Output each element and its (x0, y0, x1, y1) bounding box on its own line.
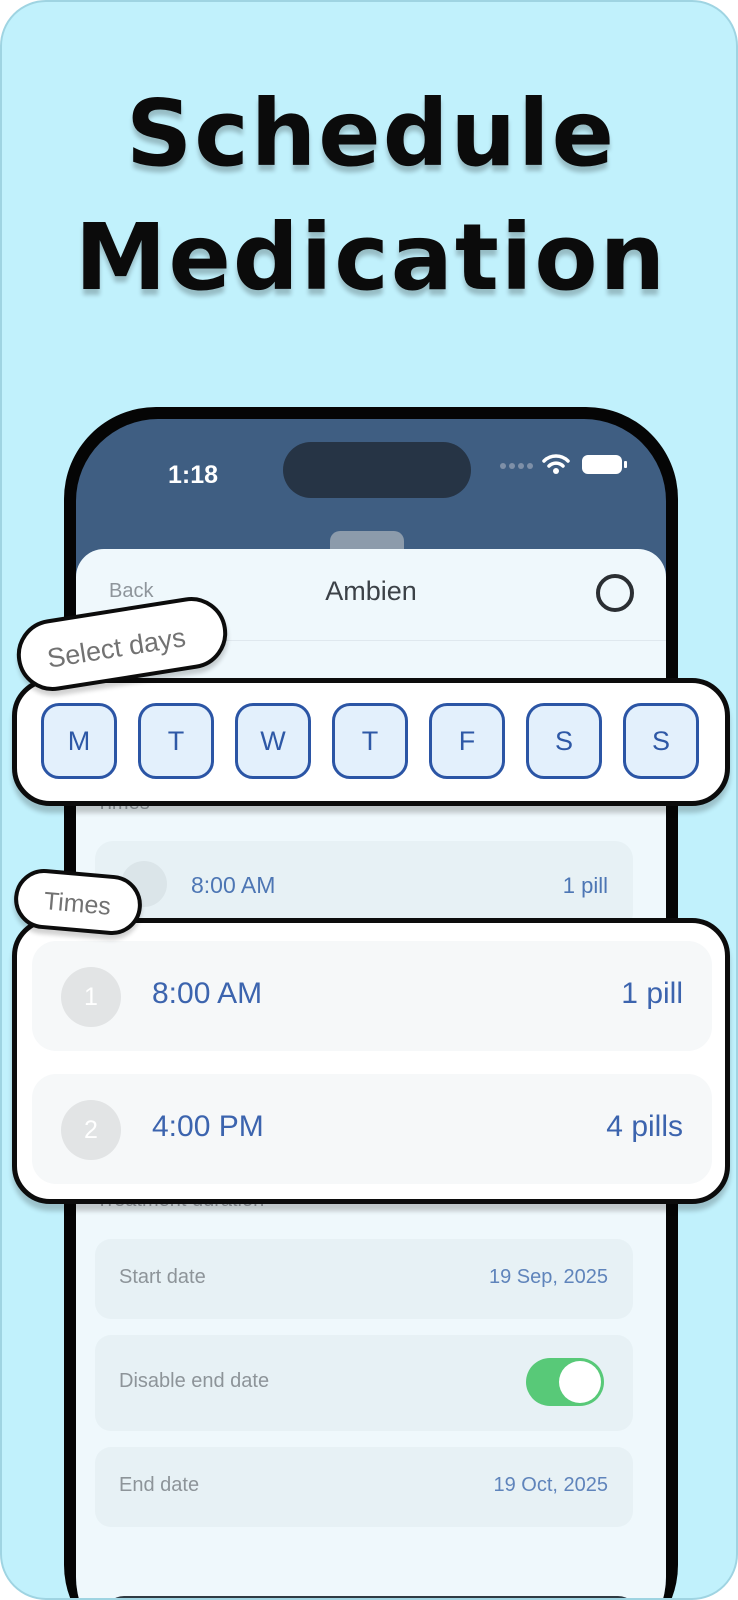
dose-row-2[interactable]: 2 4:00 PM 4 pills (32, 1074, 712, 1184)
day-monday-button[interactable]: M (41, 703, 117, 779)
day-thursday-button[interactable]: T (332, 703, 408, 779)
dose-quantity: 1 pill (562, 873, 608, 898)
dose-quantity: 4 pills (606, 1110, 683, 1143)
headline-line-1: Schedule (126, 80, 616, 187)
times-card: 1 8:00 AM 1 pill 2 4:00 PM 4 pills (12, 918, 730, 1204)
day-sunday-button[interactable]: S (623, 703, 699, 779)
signal-dots-icon (500, 463, 534, 471)
circle-icon[interactable] (596, 574, 634, 612)
promo-frame: Schedule Medication 1:18 Back Ambien 8:0… (0, 0, 738, 1600)
select-days-card: M T W T F S S (12, 678, 730, 806)
disable-end-date-label: Disable end date (119, 1370, 270, 1392)
end-date-label: End date (119, 1474, 200, 1496)
dose-index: 1 (61, 967, 121, 1027)
status-time: 1:18 (168, 461, 219, 489)
dose-time: 8:00 AM (152, 977, 263, 1010)
dose-quantity: 1 pill (621, 977, 683, 1010)
start-date-label: Start date (119, 1266, 206, 1288)
dose-row-1[interactable]: 1 8:00 AM 1 pill (32, 941, 712, 1051)
disable-end-date-toggle[interactable] (526, 1358, 604, 1406)
day-wednesday-button[interactable]: W (235, 703, 311, 779)
start-date-row[interactable]: Start date 19 Sep, 2025 (95, 1239, 633, 1319)
start-date-value[interactable]: 19 Sep, 2025 (489, 1266, 608, 1289)
dose-time: 4:00 PM (152, 1110, 264, 1143)
day-friday-button[interactable]: F (429, 703, 505, 779)
wifi-icon (542, 454, 570, 474)
disable-end-date-row: Disable end date (95, 1335, 633, 1431)
toggle-knob (559, 1361, 601, 1403)
dynamic-island (283, 442, 471, 498)
headline: Schedule Medication (2, 72, 736, 320)
battery-icon (582, 455, 627, 474)
headline-line-2: Medication (74, 204, 668, 311)
dose-index: 2 (61, 1100, 121, 1160)
day-tuesday-button[interactable]: T (138, 703, 214, 779)
end-date-row[interactable]: End date 19 Oct, 2025 (95, 1447, 633, 1527)
end-date-value[interactable]: 19 Oct, 2025 (493, 1474, 608, 1497)
bottom-action-button[interactable] (104, 1596, 638, 1598)
dose-time: 8:00 AM (191, 872, 276, 898)
day-saturday-button[interactable]: S (526, 703, 602, 779)
